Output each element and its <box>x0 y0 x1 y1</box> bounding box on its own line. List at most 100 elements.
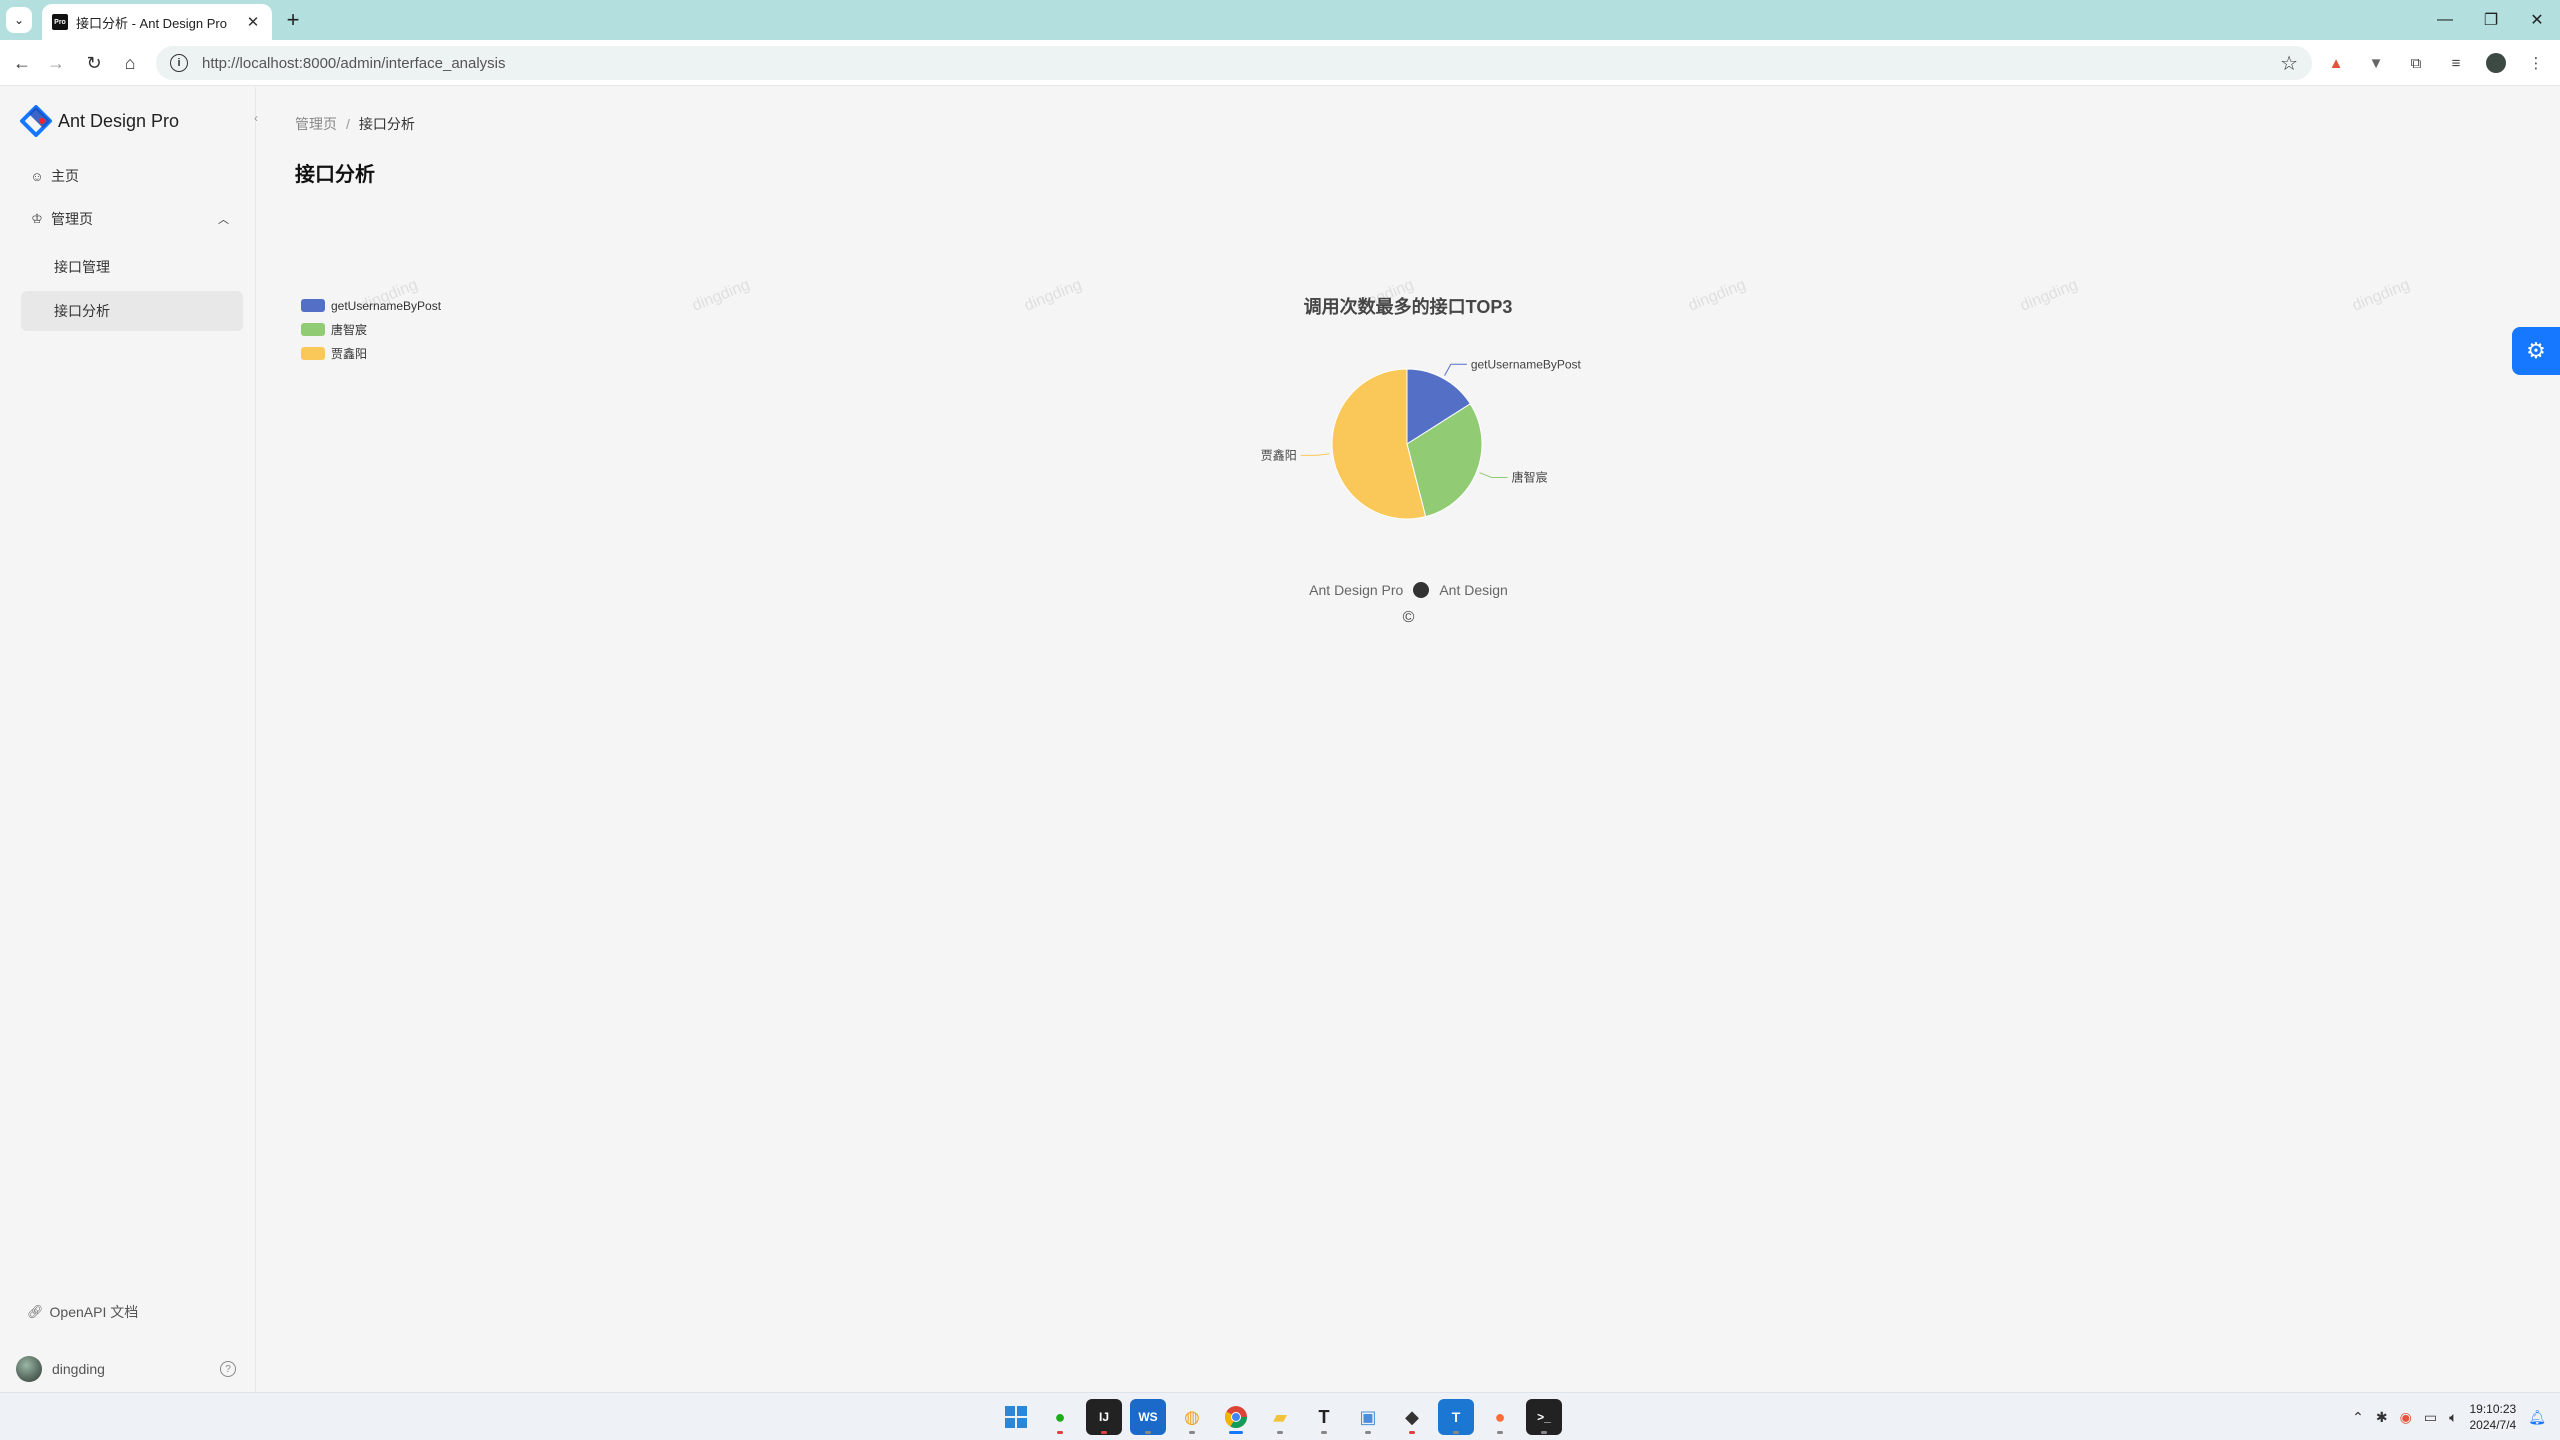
back-button[interactable]: ← <box>8 49 36 77</box>
clock-time: 19:10:23 <box>2469 1402 2517 1416</box>
minimize-button[interactable]: — <box>2422 0 2468 40</box>
gear-icon: ⚙ <box>2526 338 2546 363</box>
terminal-icon[interactable]: >_ <box>1526 1399 1562 1435</box>
tab-search-button[interactable]: ⌄ <box>6 7 32 33</box>
breadcrumb-separator: / <box>346 116 350 132</box>
legend-label: getUsernameByPost <box>331 299 442 313</box>
webstorm-icon[interactable]: WS <box>1130 1399 1166 1435</box>
breadcrumb-item-current: 接口分析 <box>358 116 415 132</box>
app-layout: Ant Design Pro ‹ ☺ 主页 ♔ 管理页 ︿ 接口管理 接口分析 … <box>0 87 2560 1392</box>
chart-title: 调用次数最多的接口TOP3 <box>1304 296 1513 317</box>
text-editor-icon[interactable]: T <box>1438 1399 1474 1435</box>
window-controls: — ❐ ✕ <box>2422 0 2560 40</box>
address-bar[interactable]: i http://localhost:8000/admin/interface_… <box>156 46 2312 80</box>
network-icon[interactable]: ▭ <box>2424 1409 2437 1426</box>
breadcrumb: 管理页 / 接口分析 <box>295 114 415 134</box>
copyright: © <box>1402 609 1415 626</box>
menu-item-admin-label: 管理页 <box>51 211 93 227</box>
browser-tab-strip: ⌄ Pro 接口分析 - Ant Design Pro ✕ + — ❐ ✕ <box>0 0 2560 40</box>
new-tab-button[interactable]: + <box>280 7 306 33</box>
tab-title: 接口分析 - Ant Design Pro <box>76 15 227 31</box>
legend-label: 贾鑫阳 <box>331 346 367 361</box>
postman-icon[interactable]: ● <box>1482 1399 1518 1435</box>
close-window-button[interactable]: ✕ <box>2514 0 2560 40</box>
pie-label-line <box>1444 363 1467 376</box>
user-menu[interactable]: dingding ? <box>16 1353 248 1385</box>
notification-bell-icon[interactable]: 🔔︎ <box>2528 1409 2546 1426</box>
breadcrumb-item-admin[interactable]: 管理页 <box>295 114 337 134</box>
bluetooth-icon[interactable]: ✱ <box>2376 1409 2388 1426</box>
navicat-icon[interactable]: ◍ <box>1174 1399 1210 1435</box>
sidebar: Ant Design Pro ‹ ☺ 主页 ♔ 管理页 ︿ 接口管理 接口分析 … <box>0 87 258 1392</box>
file-explorer-icon[interactable]: ▰ <box>1262 1399 1298 1435</box>
footer-link-ant-design-pro[interactable]: Ant Design Pro <box>1309 582 1403 598</box>
openapi-docs-label: OpenAPI 文档 <box>49 1304 139 1320</box>
cat-app-icon[interactable]: ◆ <box>1394 1399 1430 1435</box>
global-footer: Ant Design Pro Ant Design <box>257 582 2560 598</box>
link-icon: 🔗︎ <box>27 1304 44 1319</box>
os-taskbar: ● IJ WS ◍ ▰ T ▣ ◆ T ● >_ ⌃ ✱ ◉ ▭ 🔈︎ 19:1… <box>0 1392 2560 1440</box>
settings-drawer-button[interactable]: ⚙ <box>2512 327 2560 375</box>
crown-icon: ♔ <box>31 211 43 226</box>
typora-icon[interactable]: T <box>1306 1399 1342 1435</box>
site-info-icon[interactable]: i <box>170 54 188 72</box>
url-text[interactable]: http://localhost:8000/admin/interface_an… <box>202 55 2280 72</box>
close-tab-icon[interactable]: ✕ <box>244 13 262 31</box>
system-tray: ⌃ ✱ ◉ ▭ 🔈︎ 19:10:23 2024/7/4 🔔︎ <box>2352 1399 2546 1435</box>
logo-text: Ant Design Pro <box>58 110 180 131</box>
browser-tab-active[interactable]: Pro 接口分析 - Ant Design Pro ✕ <box>42 4 272 40</box>
pie-label-line <box>1479 472 1508 478</box>
logo[interactable]: Ant Design Pro <box>20 105 179 137</box>
github-icon[interactable] <box>1413 582 1430 598</box>
menu-item-home-label: 主页 <box>51 168 79 184</box>
user-name[interactable]: dingding <box>52 1361 105 1377</box>
question-circle-icon[interactable]: ? <box>220 1361 236 1377</box>
pie-slice-label: getUsernameByPost <box>1471 357 1582 371</box>
legend-swatch <box>301 323 325 336</box>
menu-item-interface-manage-label: 接口管理 <box>54 259 110 275</box>
chevron-up-icon[interactable]: ⌃ <box>2352 1409 2364 1426</box>
bookmark-star-icon[interactable]: ☆ <box>2280 51 2298 76</box>
menu-item-interface-manage[interactable]: 接口管理 <box>21 247 243 287</box>
browser-menu-icon[interactable]: ⋮ <box>2522 49 2550 77</box>
menu-item-interface-analysis[interactable]: 接口分析 <box>21 291 243 331</box>
home-button[interactable]: ⌂ <box>116 49 144 77</box>
clock[interactable]: 19:10:23 2024/7/4 <box>2470 1401 2517 1433</box>
restore-button[interactable]: ❐ <box>2468 0 2514 40</box>
media-control-icon[interactable]: ≡ <box>2442 49 2470 77</box>
clock-date: 2024/7/4 <box>2469 1418 2517 1432</box>
main-content: 管理页 / 接口分析 接口分析 dingding dingding dingdi… <box>257 87 2560 1392</box>
menu-item-home[interactable]: ☺ 主页 <box>21 156 243 196</box>
favicon-icon: Pro <box>52 14 68 30</box>
taskbar-apps: ● IJ WS ◍ ▰ T ▣ ◆ T ● >_ <box>998 1399 1562 1435</box>
legend-swatch <box>301 299 325 312</box>
chrome-icon[interactable] <box>1218 1399 1254 1435</box>
chevron-down-icon: ⌄ <box>13 13 25 27</box>
profile-avatar-icon[interactable] <box>2482 49 2510 77</box>
avatar[interactable] <box>16 1356 42 1382</box>
volume-icon[interactable]: 🔈︎ <box>2449 1409 2457 1426</box>
forward-button[interactable]: → <box>42 49 70 77</box>
menu-item-admin[interactable]: ♔ 管理页 ︿ <box>21 199 243 239</box>
pie-slice-label: 唐智宸 <box>1512 469 1548 484</box>
openapi-docs-link[interactable]: 🔗︎ OpenAPI 文档 <box>27 1302 138 1322</box>
extensions-puzzle-icon[interactable]: ⧉ <box>2402 49 2430 77</box>
ant-design-logo-icon <box>20 105 52 137</box>
legend-swatch <box>301 347 325 360</box>
pie-slice-label: 贾鑫阳 <box>1261 447 1297 462</box>
extensions-area: ▲ ▼ ⧉ ≡ ⋮ <box>2322 49 2550 77</box>
pie-label-line <box>1300 453 1330 456</box>
extension-vue-icon[interactable]: ▼ <box>2362 49 2390 77</box>
intellij-icon[interactable]: IJ <box>1086 1399 1122 1435</box>
chevron-up-icon: ︿ <box>218 214 229 226</box>
smile-icon: ☺ <box>30 168 44 184</box>
windows-start-icon[interactable] <box>998 1399 1034 1435</box>
menu-item-interface-analysis-label: 接口分析 <box>54 303 110 319</box>
footer-link-ant-design[interactable]: Ant Design <box>1439 582 1507 598</box>
photos-icon[interactable]: ▣ <box>1350 1399 1386 1435</box>
extension-red-icon[interactable]: ▲ <box>2322 49 2350 77</box>
legend-label: 唐智宸 <box>331 322 367 337</box>
wechat-icon[interactable]: ● <box>1042 1399 1078 1435</box>
reload-button[interactable]: ↻ <box>80 49 108 77</box>
antivirus-icon[interactable]: ◉ <box>2400 1409 2412 1426</box>
